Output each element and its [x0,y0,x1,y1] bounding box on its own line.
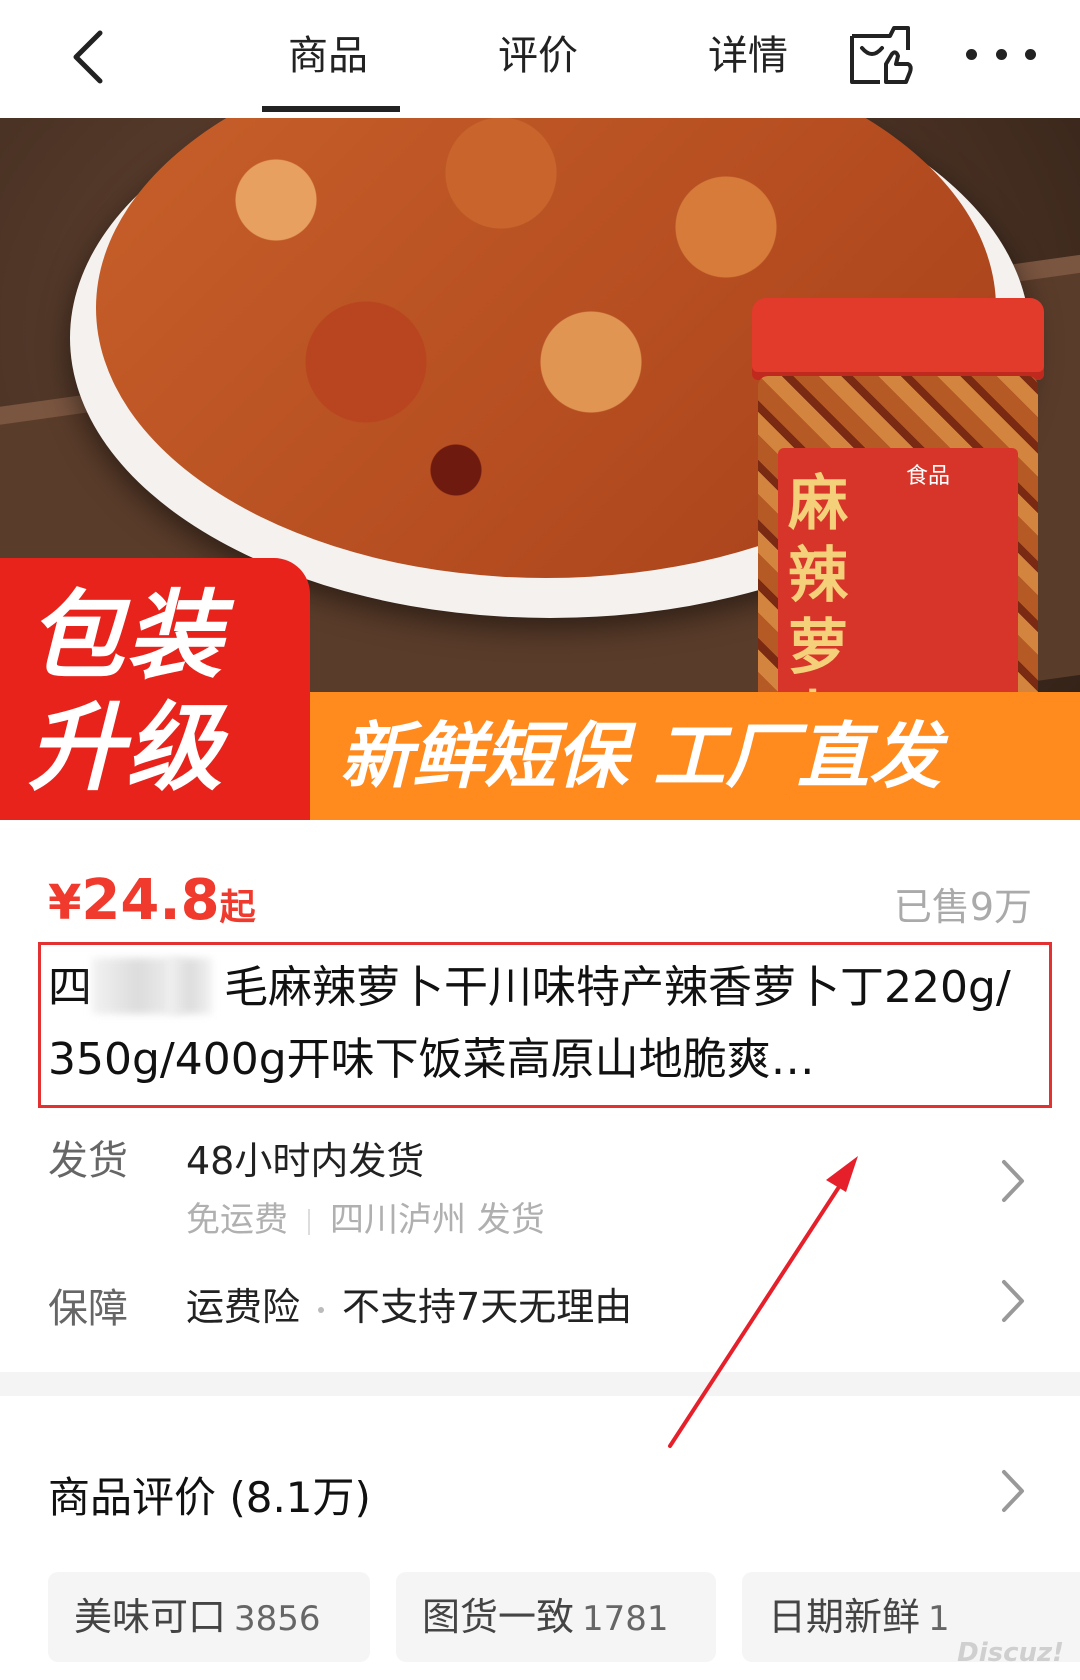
share-bag-icon [850,26,913,84]
sold-count: 已售9万 [893,885,1032,929]
active-tab-indicator [262,106,400,112]
guarantee-label: 保障 [48,1286,128,1332]
shipping-label: 发货 [48,1138,128,1184]
shipping-details: 免运费 四川泸州 发货 [186,1192,545,1241]
reviews-title[interactable]: 商品评价 (8.1万) [48,1464,371,1525]
price: ¥24.8起 [48,868,256,933]
more-icon-dot [995,48,1007,60]
tab-reviews[interactable]: 评价 [468,24,608,88]
price-symbol: ¥ [48,875,82,931]
product-hero-image[interactable]: 麻辣萝卜 食品 包装升级 新鲜短保 工厂直发 [0,118,1080,820]
guarantee-item: 不支持7天无理由 [342,1285,633,1329]
jar-lid [752,298,1044,380]
separator [308,1208,310,1235]
review-tag-label: 美味可口 [74,1595,227,1639]
price-suffix: 起 [219,887,256,928]
ship-origin: 四川泸州 发货 [330,1200,545,1240]
guarantee-items: 运费险 不支持7天无理由 [186,1276,632,1331]
separator-dot [318,1306,325,1313]
back-icon [73,30,103,84]
promo-banner-text: 新鲜短保 工厂直发 [340,714,942,798]
review-tag-count: 1 [928,1599,950,1639]
blurred-brand [168,958,212,1014]
review-tag-label: 图货一致 [422,1595,575,1639]
guarantee-chevron-icon[interactable] [998,1278,1028,1324]
top-nav-bar: 商品 评价 详情 [0,0,1080,118]
review-tag-count: 3856 [234,1599,321,1639]
jar-brand: 食品 [906,464,951,489]
promo-tag-text: 包装升级 [28,580,224,804]
back-button[interactable] [58,22,118,92]
tab-details[interactable]: 详情 [678,24,818,88]
share-button[interactable] [846,20,916,90]
review-tag[interactable]: 图货一致 1781 [396,1572,716,1662]
section-divider [0,1372,1080,1396]
price-value: 24.8 [81,868,220,933]
watermark: Discuz! [957,1638,1064,1668]
shipping-time: 48小时内发货 [186,1139,425,1183]
review-tag-count: 1781 [582,1599,669,1639]
more-button[interactable] [966,30,1036,78]
reviews-chevron-icon[interactable] [998,1468,1028,1514]
review-tag[interactable]: 美味可口 3856 [48,1572,370,1662]
shipping-chevron-icon[interactable] [998,1158,1028,1204]
tab-product[interactable]: 商品 [258,24,398,88]
free-shipping: 免运费 [186,1200,288,1240]
more-icon-dot [1025,48,1036,60]
more-icon [966,48,977,60]
guarantee-item: 运费险 [186,1285,301,1329]
review-tag-label: 日期新鲜 [768,1595,921,1639]
